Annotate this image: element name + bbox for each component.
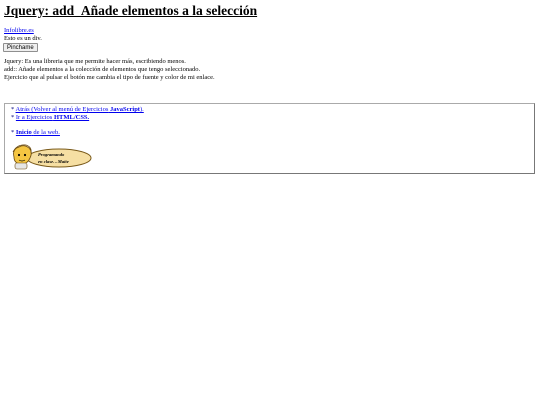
bullet-star: * [11,114,15,121]
exercises-link[interactable]: Ir a Ejercicios HTML/CSS. [16,114,89,121]
nav-back-line: * Atrás (Volver al menú de Ejercicios Ja… [11,106,144,114]
bullet-star: * [11,106,15,113]
back-link-end: ). [139,106,144,113]
exercises-link-text: Ir a Ejercicios [15,114,53,121]
description-line: Ejercicio que al pulsar el botón me camb… [4,73,215,81]
description-line: Jquery: Es una libreria que me permite h… [4,58,186,65]
description-line: add:: Añade elementos a la colección de … [4,65,201,73]
badge-line-2: en clase…Maite [38,159,69,164]
page: Jquery: add_Añade elementos a la selecci… [0,0,540,405]
site-link[interactable]: Infolibre.es [4,27,34,35]
click-me-button[interactable]: Pinchame [3,43,38,52]
div-text: Esto es un div. [4,35,42,42]
home-link-text: de la web. [33,129,60,136]
back-link-bold: JavaScript [110,106,140,113]
person-cartoon-icon [12,144,32,170]
back-link-text: Atrás (Volver al menú de Ejercicios [15,106,109,113]
home-link[interactable]: Inicio de la web. [16,129,60,136]
bullet-star: * [11,129,15,136]
programando-badge[interactable]: Programando en clase…Maite [9,143,93,171]
home-link-bold: Inicio [15,129,32,136]
description: Jquery: Es una libreria que me permite h… [4,58,215,81]
navigation-box: * Atrás (Volver al menú de Ejercicios Ja… [4,103,535,174]
nav-exercises-line: * Ir a Ejercicios HTML/CSS. [11,114,89,122]
badge-line-1: Programando [38,152,65,157]
nav-home-line: * Inicio de la web. [11,129,60,137]
page-title: Jquery: add_Añade elementos a la selecci… [4,3,258,18]
back-link[interactable]: Atrás (Volver al menú de Ejercicios Java… [16,106,144,113]
exercises-link-bold: HTML/CSS. [53,114,90,121]
